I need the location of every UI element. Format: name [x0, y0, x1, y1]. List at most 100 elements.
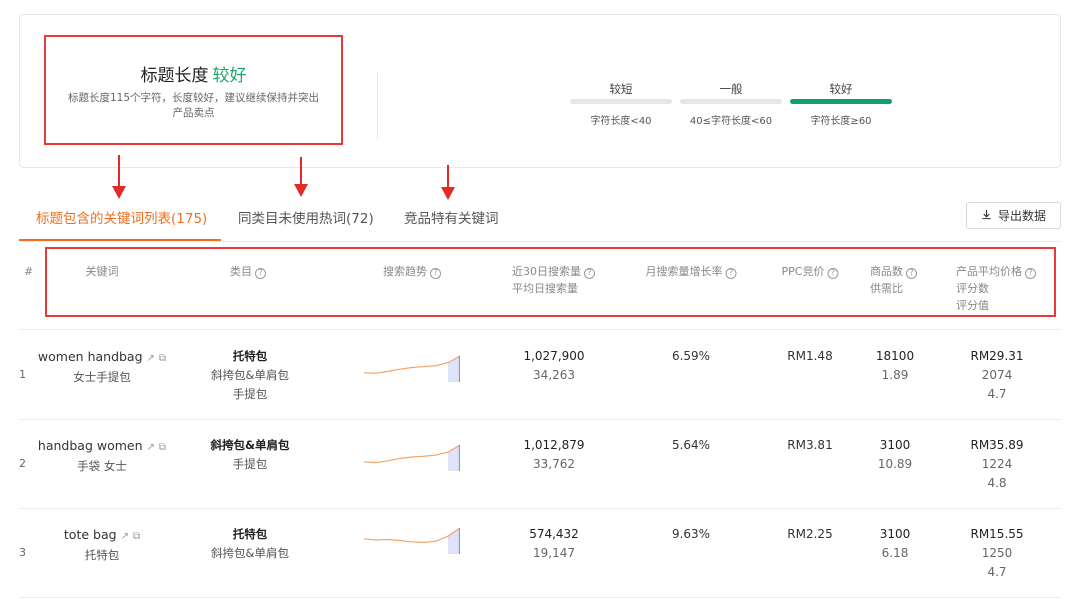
row-index: 3 — [19, 546, 26, 559]
price-cell: RM15.55 1250 4.7 — [970, 525, 1023, 582]
supply-demand: 6.18 — [881, 546, 909, 560]
tab-unused-hot-words[interactable]: 同类目未使用热词(72) — [238, 207, 374, 227]
keyword-text[interactable]: tote bag — [64, 527, 117, 542]
product-count-cell: 3100 6.18 — [880, 525, 911, 563]
trend-sparkline — [364, 355, 460, 382]
search-volume-cell: 574,432 19,147 — [529, 525, 579, 563]
title-length-description: 标题长度115个字符，长度较好，建议继续保持并突出产品卖点 — [67, 92, 320, 119]
product-count: 18100 — [875, 349, 915, 363]
table-row[interactable]: 1 women handbag ↗ ⧉ 女士手提包 托特包 斜挎包&单肩包 手提包 … — [19, 331, 1061, 420]
category-main: 斜挎包&单肩包 — [210, 438, 290, 452]
keyword-cell: women handbag ↗ ⧉ 女士手提包 — [38, 347, 166, 387]
level-name: 较短 — [609, 82, 633, 96]
level-condition: 40≤字符长度<60 — [689, 116, 773, 127]
growth-rate: 9.63% — [671, 527, 711, 541]
copy-icon[interactable]: ⧉ — [159, 349, 166, 368]
trend-sparkline — [364, 527, 460, 554]
level-short: 较短 字符长度<40 — [570, 81, 672, 127]
rating: 4.8 — [987, 476, 1007, 490]
keyword-cell: tote bag ↗ ⧉ 托特包 — [64, 525, 140, 565]
category-cell: 托特包 斜挎包&单肩包 — [211, 525, 289, 563]
title-length-heading: 标题长度 较好 — [46, 61, 341, 86]
table-row[interactable]: 2 handbag women ↗ ⧉ 手袋 女士 斜挎包&单肩包 手提包 1,01… — [19, 420, 1061, 509]
row-index: 2 — [19, 457, 26, 470]
keyword-translation: 手袋 女士 — [77, 459, 127, 473]
export-data-button[interactable]: 导出数据 — [966, 202, 1061, 229]
keyword-cell: handbag women ↗ ⧉ 手袋 女士 — [38, 436, 166, 476]
keyword-text[interactable]: women handbag — [38, 349, 143, 364]
daily-search: 33,762 — [532, 457, 575, 471]
copy-icon[interactable]: ⧉ — [133, 527, 140, 546]
ppc-price: RM1.48 — [787, 349, 833, 363]
external-link-icon[interactable]: ↗ — [147, 349, 155, 368]
product-count-cell: 3100 10.89 — [878, 436, 912, 474]
card-divider — [377, 71, 378, 139]
tab-title-keywords[interactable]: 标题包含的关键词列表(175) — [36, 207, 207, 227]
trend-line — [364, 355, 460, 374]
review-count: 1250 — [981, 546, 1013, 560]
review-count: 1224 — [981, 457, 1013, 471]
level-bar-active — [790, 99, 892, 104]
level-name: 一般 — [719, 82, 743, 96]
search-volume-cell: 1,027,900 34,263 — [523, 347, 584, 385]
category-sub: 斜挎包&单肩包 — [211, 368, 289, 382]
keyword-tabs: 标题包含的关键词列表(175) 同类目未使用热词(72) 竞品特有关键词 导出数… — [19, 198, 1061, 242]
product-count: 3100 — [879, 527, 911, 541]
price-cell: RM35.89 1224 4.8 — [970, 436, 1023, 493]
title-length-highlight: 标题长度 较好 标题长度115个字符，长度较好，建议继续保持并突出产品卖点 — [44, 35, 343, 145]
trend-line — [364, 444, 460, 464]
search-volume-cell: 1,012,879 33,762 — [523, 436, 584, 474]
supply-demand: 1.89 — [881, 368, 909, 382]
level-bar — [680, 99, 782, 104]
growth-rate: 6.59% — [671, 349, 711, 363]
level-good: 较好 字符长度≥60 — [790, 81, 892, 127]
level-condition: 字符长度≥60 — [810, 116, 872, 127]
copy-icon[interactable]: ⧉ — [159, 438, 166, 457]
level-medium: 一般 40≤字符长度<60 — [680, 81, 782, 127]
active-tab-indicator — [19, 239, 221, 241]
download-icon — [981, 209, 992, 223]
review-count: 2074 — [981, 368, 1013, 382]
category-cell: 斜挎包&单肩包 手提包 — [210, 436, 289, 474]
avg-price: RM29.31 — [970, 349, 1024, 363]
annotation-arrow — [294, 157, 308, 197]
annotation-arrow — [112, 155, 126, 199]
category-main: 托特包 — [232, 527, 268, 541]
title-length-label: 标题长度 — [140, 66, 209, 86]
category-sub: 斜挎包&单肩包 — [211, 546, 289, 560]
level-condition: 字符长度<40 — [590, 116, 652, 127]
external-link-icon[interactable]: ↗ — [121, 527, 129, 546]
product-count: 3100 — [879, 438, 911, 452]
keyword-translation: 托特包 — [84, 548, 120, 562]
external-link-icon[interactable]: ↗ — [147, 438, 155, 457]
product-count-cell: 18100 1.89 — [876, 347, 914, 385]
avg-price: RM15.55 — [970, 527, 1024, 541]
avg-price: RM35.89 — [970, 438, 1024, 452]
search-volume: 1,027,900 — [523, 349, 585, 363]
keyword-text[interactable]: handbag women — [38, 438, 143, 453]
row-index: 1 — [19, 368, 26, 381]
level-name: 较好 — [829, 82, 853, 96]
trend-sparkline — [364, 444, 460, 471]
category-sub: 手提包 — [232, 457, 268, 471]
length-levels: 较短 字符长度<40 一般 40≤字符长度<60 较好 字符长度≥60 — [570, 81, 892, 127]
ppc-price: RM3.81 — [787, 438, 833, 452]
keyword-translation: 女士手提包 — [73, 370, 131, 384]
category-main: 托特包 — [232, 349, 268, 363]
search-volume: 574,432 — [529, 527, 579, 541]
header-highlight — [45, 247, 1056, 317]
ppc-price: RM2.25 — [787, 527, 833, 541]
trend-line — [364, 527, 460, 544]
title-length-status: 较好 — [212, 66, 247, 86]
category-sub: 手提包 — [232, 387, 268, 401]
price-cell: RM29.31 2074 4.7 — [970, 347, 1023, 404]
rating: 4.7 — [987, 565, 1007, 579]
col-index: # — [24, 265, 34, 278]
tab-competitor-keywords[interactable]: 竞品特有关键词 — [404, 207, 499, 227]
daily-search: 34,263 — [532, 368, 575, 382]
annotation-arrow — [441, 165, 455, 200]
level-bar — [570, 99, 672, 104]
search-volume: 1,012,879 — [523, 438, 585, 452]
table-row[interactable]: 3 tote bag ↗ ⧉ 托特包 托特包 斜挎包&单肩包 574,432 19,… — [19, 509, 1061, 598]
category-cell: 托特包 斜挎包&单肩包 手提包 — [211, 347, 289, 404]
